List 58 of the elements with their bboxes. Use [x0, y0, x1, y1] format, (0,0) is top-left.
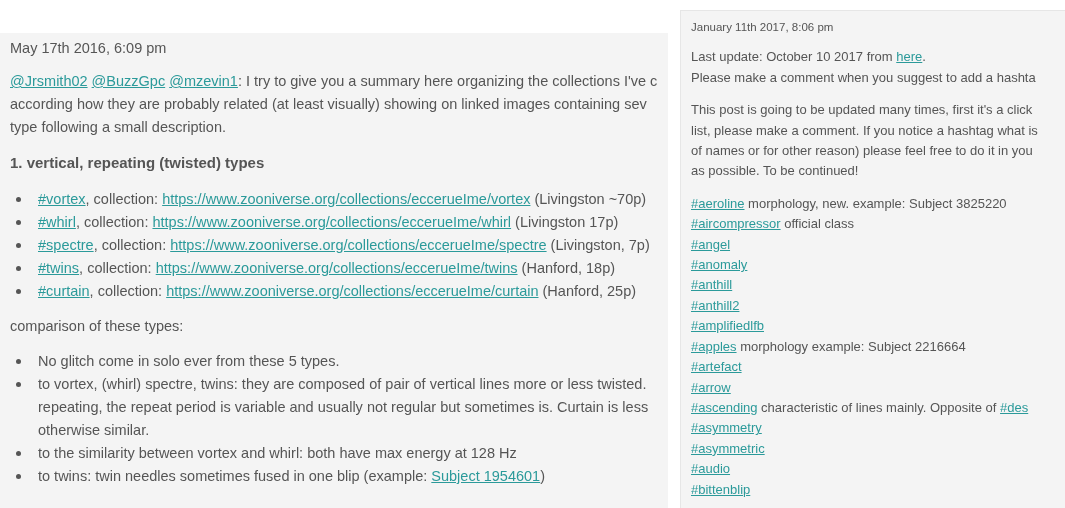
list-item-text: #spectre, collection: https://www.zooniverse.org/collections/eccerueIme/spectre (Livingston, 7p)	[38, 236, 650, 255]
list-item-text: to the similarity between vortex and whirl: both have max energy at 128 Hz	[38, 444, 517, 463]
list-item-text: #whirl, collection: https://www.zooniverse.org/collections/eccerueIme/whirl (Livingston 17p)	[38, 213, 619, 232]
hashtag-entry: #apples morphology example: Subject 2216664	[691, 337, 967, 356]
hashtag-entry: #ascending characteristic of lines mainly. Opposite of #des	[691, 398, 1030, 417]
mention-link[interactable]: @mzevin1	[169, 73, 238, 89]
list-item-text: to twins: twin needles sometimes fused in one blip (example: Subject 1954601)	[38, 467, 545, 486]
bullet-icon	[16, 451, 21, 456]
hashtag-link[interactable]: #amplifiedlfb	[691, 318, 764, 334]
hashtag-link[interactable]: #apples	[691, 338, 737, 354]
post-paragraph: Last update: October 10 2017 from here. Please make a comment when you suggest to add a hashta	[691, 48, 1037, 87]
hashtag-link[interactable]: #aeroline	[691, 195, 745, 211]
post-date: January 11th 2017, 8:06 pm	[691, 20, 835, 35]
hashtag-link[interactable]: #artefact	[691, 359, 742, 375]
bullet-icon	[16, 197, 21, 202]
post-paragraph: @Jrsmith02 @BuzzGpc @mzevin1: I try to give you a summary here organizing the collections I've c according how they are probably related (at least visually) showing on linked images containing sev type following a small description.	[10, 72, 658, 137]
list-item-text: to vortex, (whirl) spectre, twins: they are composed of pair of vertical lines more or less twisted. repeating, the repeat period is variable and usually not regular but sometimes is. Curtain is less otherwise similar.	[38, 375, 649, 440]
bullet-icon	[16, 266, 21, 271]
hashtag-link[interactable]: #spectre	[38, 237, 94, 253]
mention-link[interactable]: @BuzzGpc	[91, 73, 166, 89]
hashtag-link[interactable]: #asymmetry	[691, 420, 762, 436]
hashtag-link[interactable]: #arrow	[691, 379, 731, 395]
hashtag-link[interactable]: #des	[1000, 399, 1029, 415]
text-link[interactable]: Subject 1954601	[431, 468, 541, 484]
section-heading: 1. vertical, repeating (twisted) types	[10, 153, 266, 173]
hashtag-link[interactable]: #audio	[691, 461, 731, 477]
post-paragraph: comparison of these types:	[10, 317, 185, 336]
list-item-text: #twins, collection: https://www.zooniverse.org/collections/eccerueIme/twins (Hanford, 18p)	[38, 259, 616, 278]
hashtag-link[interactable]: #vortex	[38, 191, 86, 207]
hashtag-link[interactable]: #curtain	[38, 283, 90, 299]
hashtag-link[interactable]: #asymmetric	[691, 440, 765, 456]
hashtag-link[interactable]: #anomaly	[691, 257, 748, 273]
url-link[interactable]: https://www.zooniverse.org/collections/eccerueIme/whirl	[152, 214, 512, 230]
bullet-icon	[16, 243, 21, 248]
hashtag-link[interactable]: #angel	[691, 236, 731, 252]
list-item-text: No glitch come in solo ever from these 5 types.	[38, 352, 340, 371]
list-item-text: #curtain, collection: https://www.zooniverse.org/collections/eccerueIme/curtain (Hanford, 25p)	[38, 282, 637, 301]
bullet-icon	[16, 289, 21, 294]
hashtag-link[interactable]: #ascending	[691, 399, 758, 415]
hashtag-link[interactable]: #anthill	[691, 277, 733, 293]
list-item-text: #vortex, collection: https://www.zooniverse.org/collections/eccerueIme/vortex (Livingston ~70p)	[38, 190, 647, 209]
bullet-icon	[16, 359, 21, 364]
url-link[interactable]: https://www.zooniverse.org/collections/eccerueIme/curtain	[166, 283, 539, 299]
hashtag-link[interactable]: #whirl	[38, 214, 76, 230]
url-link[interactable]: https://www.zooniverse.org/collections/eccerueIme/twins	[155, 260, 518, 276]
post-date: May 17th 2016, 6:09 pm	[10, 39, 168, 58]
hashtag-entry: #aircompressor official class	[691, 215, 856, 234]
hashtag-link[interactable]: #anthill2	[691, 297, 740, 313]
url-link[interactable]: https://www.zooniverse.org/collections/eccerueIme/vortex	[162, 191, 531, 207]
bullet-icon	[16, 220, 21, 225]
url-link[interactable]: https://www.zooniverse.org/collections/eccerueIme/spectre	[170, 237, 547, 253]
hashtag-link[interactable]: #bittenblip	[691, 481, 751, 497]
bullet-icon	[16, 382, 21, 387]
bullet-icon	[16, 474, 21, 479]
mention-link[interactable]: @Jrsmith02	[10, 73, 88, 89]
post-paragraph: This post is going to be updated many times, first it's a click list, please make a comment. If you notice a hashtag what is of names or for other reason) please feel free to do it in you as possible. To be continued!	[691, 101, 1039, 181]
hashtag-entry: #aeroline morphology, new. example: Subject 3825220	[691, 194, 1008, 213]
hashtag-link[interactable]: #aircompressor	[691, 216, 781, 232]
